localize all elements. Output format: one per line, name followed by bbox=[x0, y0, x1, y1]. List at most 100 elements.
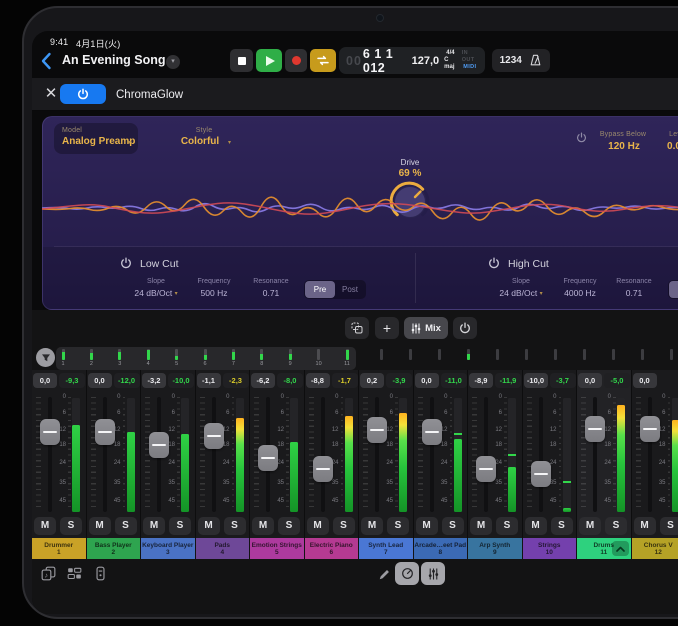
song-menu-chevron-icon[interactable]: ▾ bbox=[166, 55, 180, 69]
track-name-cell[interactable]: Chorus V12 bbox=[632, 538, 678, 559]
volume-value-chip[interactable]: -10,0 bbox=[524, 373, 548, 388]
bypass-power-icon[interactable] bbox=[576, 132, 587, 143]
mute-button[interactable]: M bbox=[416, 517, 438, 535]
fader-cap[interactable] bbox=[476, 456, 496, 482]
volume-value-chip[interactable]: 0,0 bbox=[633, 373, 657, 388]
solo-button[interactable]: S bbox=[660, 517, 678, 535]
solo-button[interactable]: S bbox=[169, 517, 191, 535]
fader-cap[interactable] bbox=[367, 417, 387, 443]
mute-button[interactable]: M bbox=[252, 517, 274, 535]
back-chevron-icon[interactable] bbox=[40, 52, 52, 70]
track-name-cell[interactable]: Synth Lead7 bbox=[359, 538, 413, 559]
track-name-cell[interactable]: Arcade…eet Pad8 bbox=[414, 538, 468, 559]
solo-button[interactable]: S bbox=[387, 517, 409, 535]
metronome-icon[interactable] bbox=[529, 54, 542, 67]
loop-browser-icon[interactable]: ♪ bbox=[40, 565, 57, 582]
level-value[interactable]: 0.0 bbox=[667, 141, 678, 152]
fader-cap[interactable] bbox=[40, 419, 60, 445]
track-name-cell[interactable]: Pads4 bbox=[196, 538, 250, 559]
count-in-button[interactable]: 1234 bbox=[500, 55, 522, 66]
mute-button[interactable]: M bbox=[470, 517, 492, 535]
mix-view-button[interactable]: Mix bbox=[404, 317, 448, 339]
style-value[interactable]: Colorful bbox=[181, 136, 219, 147]
mute-button[interactable]: M bbox=[361, 517, 383, 535]
cycle-button[interactable] bbox=[310, 49, 336, 72]
volume-value-chip[interactable]: 0,0 bbox=[415, 373, 439, 388]
controls-view-button[interactable] bbox=[395, 562, 419, 585]
peak-level-chip[interactable]: -11,9 bbox=[495, 373, 521, 388]
track-overview[interactable]: 1234567891011 bbox=[56, 347, 356, 370]
track-name-cell[interactable]: Drummer1 bbox=[32, 538, 86, 559]
close-icon[interactable]: ✕ bbox=[42, 84, 60, 102]
peak-level-chip[interactable]: -5,0 bbox=[604, 373, 630, 388]
mute-button[interactable]: M bbox=[307, 517, 329, 535]
model-selector[interactable]: Model Analog Preamp ▾ bbox=[54, 123, 138, 154]
peak-level-chip[interactable]: -1,7 bbox=[332, 373, 358, 388]
lcd-display[interactable]: 00 6 1 1 012 127,0 4/4 C maj IN OUT MIDI bbox=[339, 47, 485, 74]
pencil-icon[interactable] bbox=[376, 566, 393, 583]
track-name-cell[interactable]: Arp Synth9 bbox=[468, 538, 522, 559]
fader-cap[interactable] bbox=[640, 416, 660, 442]
high-cut-frequency-value[interactable]: 4000 Hz bbox=[564, 288, 596, 298]
peak-level-chip[interactable]: -3,9 bbox=[386, 373, 412, 388]
fader-cap[interactable] bbox=[422, 419, 442, 445]
fader-cap[interactable] bbox=[95, 419, 115, 445]
volume-value-chip[interactable]: -8,9 bbox=[469, 373, 493, 388]
peak-level-chip[interactable]: -2,3 bbox=[223, 373, 249, 388]
track-name-cell[interactable]: Drums11 bbox=[577, 538, 631, 559]
solo-button[interactable]: S bbox=[115, 517, 137, 535]
solo-button[interactable]: S bbox=[442, 517, 464, 535]
stop-button[interactable] bbox=[230, 49, 253, 72]
mute-button[interactable]: M bbox=[143, 517, 165, 535]
pre-button[interactable]: Pre bbox=[305, 281, 335, 298]
pre-button[interactable]: Pre bbox=[669, 281, 678, 298]
solo-button[interactable]: S bbox=[60, 517, 82, 535]
peak-level-chip[interactable]: -11,0 bbox=[441, 373, 467, 388]
mute-button[interactable]: M bbox=[579, 517, 601, 535]
bypass-below-value[interactable]: 120 Hz bbox=[608, 141, 640, 152]
track-filter-button[interactable] bbox=[36, 348, 55, 367]
high-cut-resonance-value[interactable]: 0.71 bbox=[626, 288, 643, 298]
solo-button[interactable]: S bbox=[496, 517, 518, 535]
low-cut-slope-value[interactable]: 24 dB/Oct ▾ bbox=[134, 288, 177, 298]
solo-button[interactable]: S bbox=[224, 517, 246, 535]
plugin-power-button[interactable] bbox=[60, 84, 106, 104]
mute-button[interactable]: M bbox=[34, 517, 56, 535]
track-name-cell[interactable]: Keyboard Player3 bbox=[141, 538, 195, 559]
play-button[interactable] bbox=[256, 49, 282, 72]
low-cut-resonance-value[interactable]: 0.71 bbox=[263, 288, 280, 298]
volume-value-chip[interactable]: 0,2 bbox=[360, 373, 384, 388]
record-button[interactable] bbox=[285, 49, 307, 72]
duplicate-button[interactable] bbox=[345, 317, 369, 339]
fader-strip-icon[interactable] bbox=[92, 565, 109, 582]
high-cut-power-icon[interactable] bbox=[488, 257, 500, 269]
fader-cap[interactable] bbox=[313, 456, 333, 482]
volume-value-chip[interactable]: 0,0 bbox=[578, 373, 602, 388]
fader-cap[interactable] bbox=[531, 461, 551, 487]
solo-button[interactable]: S bbox=[333, 517, 355, 535]
peak-level-chip[interactable]: -10,0 bbox=[168, 373, 194, 388]
peak-level-chip[interactable]: -3,7 bbox=[550, 373, 576, 388]
track-name-cell[interactable]: Electric Piano6 bbox=[305, 538, 359, 559]
mixer-view-button[interactable] bbox=[421, 562, 445, 585]
track-name-cell[interactable]: Strings10 bbox=[523, 538, 577, 559]
mixer-power-button[interactable] bbox=[453, 317, 477, 339]
peak-level-chip[interactable]: -8,0 bbox=[277, 373, 303, 388]
peak-level-chip[interactable]: -9,3 bbox=[59, 373, 85, 388]
track-name-cell[interactable]: Emotion Strings5 bbox=[250, 538, 304, 559]
solo-button[interactable]: S bbox=[605, 517, 627, 535]
fader-cap[interactable] bbox=[204, 423, 224, 449]
volume-value-chip[interactable]: -6,2 bbox=[251, 373, 275, 388]
track-name-cell[interactable]: Bass Player2 bbox=[87, 538, 141, 559]
chevron-up-button[interactable] bbox=[612, 541, 629, 556]
mute-button[interactable]: M bbox=[89, 517, 111, 535]
volume-value-chip[interactable]: -8,8 bbox=[306, 373, 330, 388]
volume-value-chip[interactable]: -1,1 bbox=[197, 373, 221, 388]
mute-button[interactable]: M bbox=[525, 517, 547, 535]
add-track-button[interactable]: + bbox=[375, 317, 399, 339]
song-title[interactable]: An Evening Song bbox=[62, 53, 165, 67]
volume-value-chip[interactable]: 0,0 bbox=[88, 373, 112, 388]
fader-cap[interactable] bbox=[149, 432, 169, 458]
mute-button[interactable]: M bbox=[198, 517, 220, 535]
fader-cap[interactable] bbox=[585, 416, 605, 442]
